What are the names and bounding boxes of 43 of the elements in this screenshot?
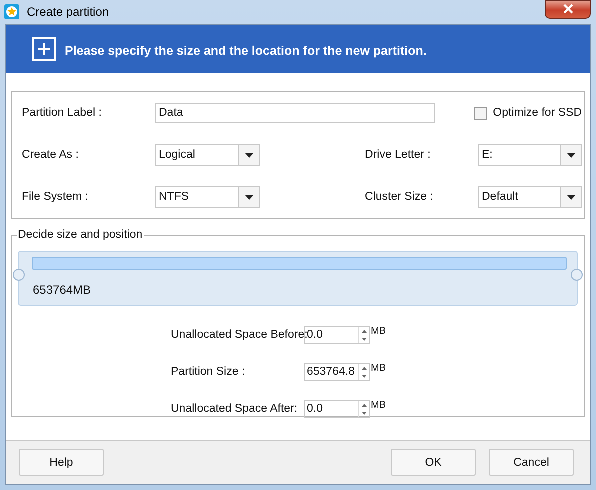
field-label: File System : [22, 191, 90, 203]
resize-handle[interactable] [571, 269, 583, 281]
spin-box[interactable]: 0.0 [304, 400, 370, 418]
group-title: Decide size and position [17, 229, 144, 241]
resize-handle[interactable] [13, 269, 25, 281]
dialog-button[interactable]: Help [19, 449, 104, 476]
text-field[interactable]: Data [155, 103, 435, 123]
dropdown-arrow-icon [244, 194, 254, 200]
unit-label: MB [371, 326, 387, 337]
app-icon [4, 4, 20, 20]
checkbox[interactable] [474, 106, 488, 120]
dropdown[interactable]: E: [478, 144, 582, 166]
field-label: Unallocated Space After: [171, 403, 299, 415]
close-button[interactable] [545, 0, 591, 18]
down-arrow-icon [362, 412, 366, 414]
dialog-button[interactable]: Cancel [489, 449, 574, 476]
down-arrow-icon [362, 374, 366, 378]
up-arrow-icon [362, 330, 366, 332]
field-label: Cluster Size : [365, 191, 434, 203]
unit-label: MB [371, 400, 387, 411]
field-label: Partition Label : [22, 107, 103, 119]
dropdown[interactable]: NTFS [155, 186, 260, 208]
window-title: Create partition [27, 4, 110, 18]
spin-box[interactable]: 0.0 [304, 326, 370, 344]
dropdown-arrow-icon [566, 194, 576, 200]
field-label: Partition Size : [171, 366, 246, 378]
spin-box[interactable]: 653764.8 [304, 363, 370, 381]
unit-label: MB [371, 363, 387, 374]
dropdown-arrow-icon [566, 152, 576, 158]
dropdown[interactable]: Logical [155, 144, 260, 166]
checkbox-label: Optimize for SSD [493, 107, 582, 119]
partition-size-label: 653764MB [33, 283, 92, 297]
up-arrow-icon [362, 404, 366, 406]
field-label: Create As : [22, 149, 80, 161]
dropdown[interactable]: Default [478, 186, 582, 208]
dialog-button[interactable]: OK [391, 449, 476, 476]
dropdown-arrow-icon [244, 152, 254, 158]
close-icon [562, 4, 574, 14]
plus-icon [32, 37, 56, 61]
down-arrow-icon [362, 338, 366, 340]
field-label: Drive Letter : [365, 149, 432, 161]
header-text: Please specify the size and the location for the new partition. [65, 44, 427, 58]
up-arrow-icon [362, 366, 366, 370]
